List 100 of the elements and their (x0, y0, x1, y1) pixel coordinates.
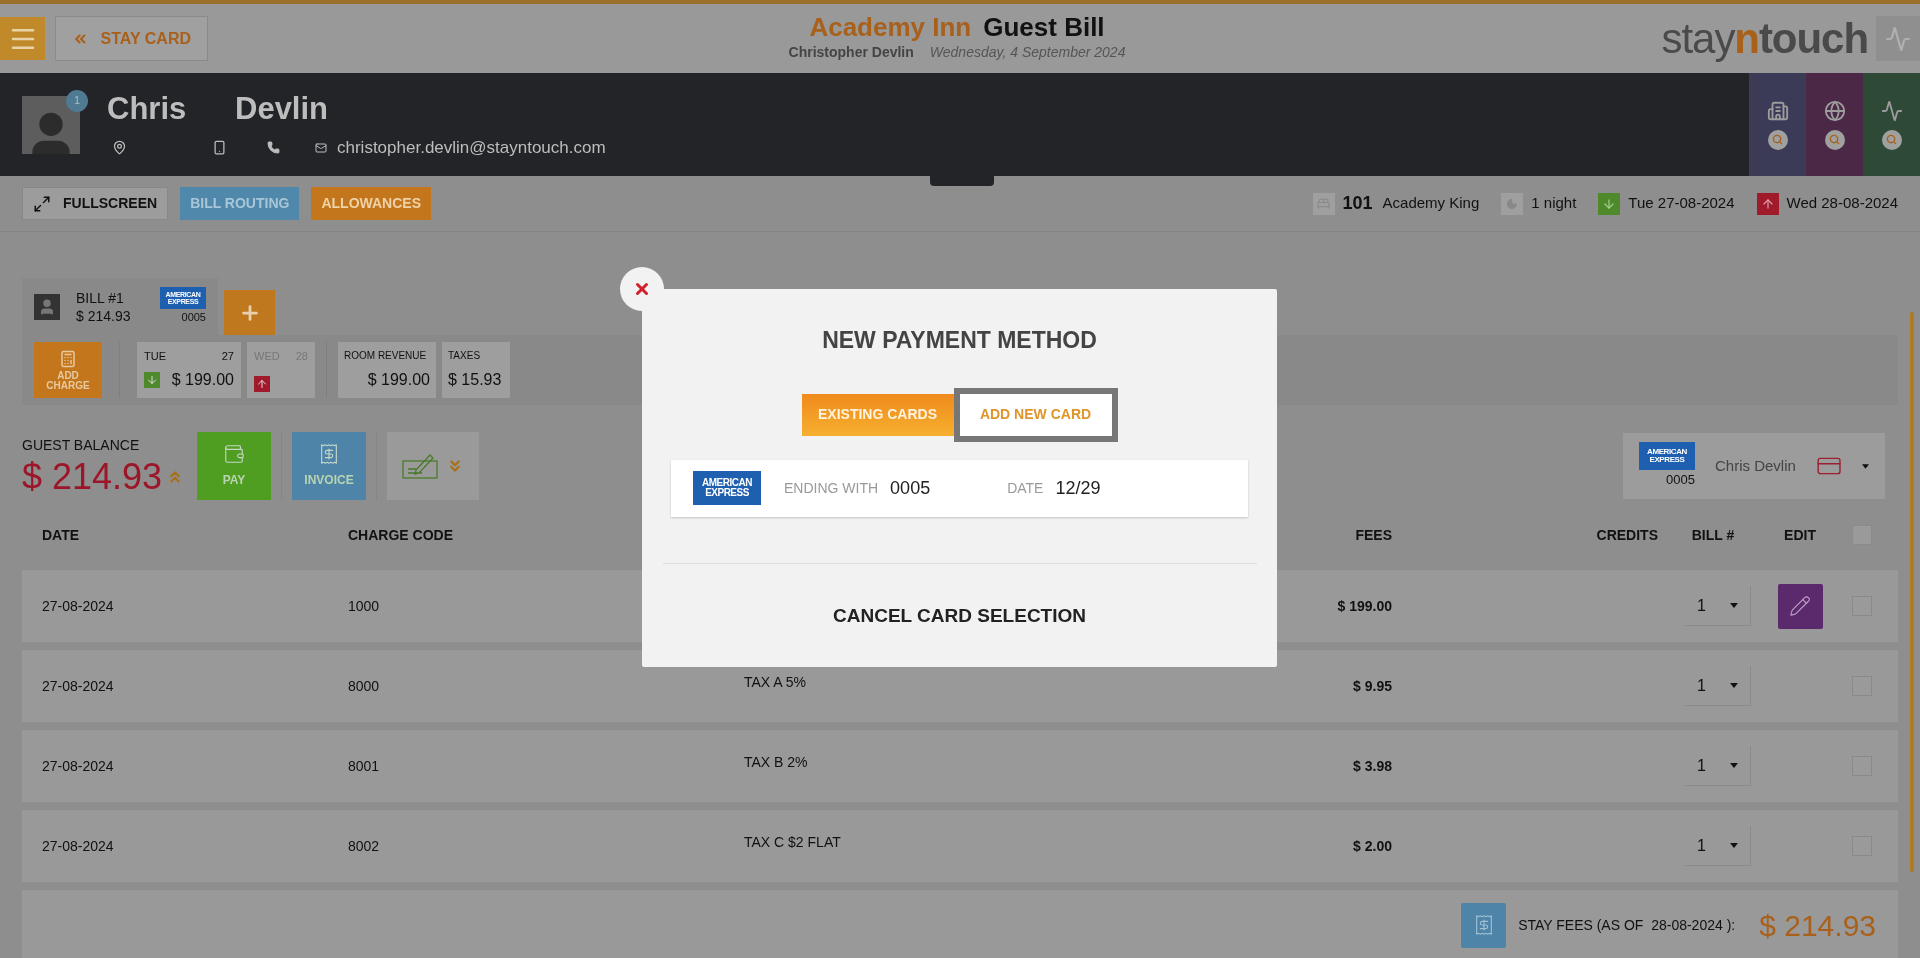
balance-amount: $ 214.93 (22, 455, 163, 498)
room-type: Academy King (1382, 193, 1480, 214)
last-name: Devlin (235, 89, 329, 128)
receipt-icon (1461, 902, 1507, 948)
nights: 1 night (1531, 193, 1577, 214)
balance-label: GUEST BALANCE (22, 435, 141, 455)
cheque-icon (402, 453, 438, 479)
description-cell-text: TAX B 2% (744, 753, 809, 772)
add-bill-button[interactable] (224, 290, 275, 335)
day-amount: $ 199.00 (171, 370, 234, 390)
caret-icon (1862, 463, 1869, 469)
card-number: 0005 (1666, 471, 1695, 490)
current-date: Wednesday, 4 September 2024 (929, 43, 1126, 62)
charge-code-cell-text: 8001 (348, 756, 381, 776)
guest-email: christopher.devlin@stayntouch.com (337, 136, 606, 159)
caret-icon (1730, 603, 1738, 608)
amex-card-logo: AMERICAN EXPRESS (693, 471, 761, 505)
search-icon (1767, 129, 1788, 150)
guest-info-tab[interactable] (1863, 73, 1920, 176)
notification-badge: 1 (66, 89, 88, 112)
cancel-card-selection-button[interactable]: CANCEL CARD SELECTION (833, 601, 1086, 630)
cardholder-name: Chris Devlin (1715, 455, 1796, 476)
column-header: FEES (1354, 525, 1392, 545)
location-pin-icon (112, 140, 127, 155)
search-icon (1824, 129, 1845, 150)
column-header: BILL # (1690, 525, 1736, 545)
guest-name: Christopher Devlin (788, 43, 914, 62)
app-logo: stayntouch (1661, 17, 1868, 60)
activity-button[interactable] (1876, 16, 1920, 61)
mobile-phone-icon (212, 140, 227, 155)
fees-cell-text: $ 199.00 (1336, 596, 1392, 616)
date-label: DATE (1007, 478, 1044, 498)
edit-button[interactable] (1777, 583, 1823, 629)
close-icon (633, 280, 651, 298)
date-cell-text: 27-08-2024 (42, 596, 115, 616)
bill-select[interactable]: 1 (1685, 586, 1751, 626)
caret-icon (1730, 683, 1738, 688)
charge-code-cell-text: 1000 (348, 596, 381, 616)
building-icon (1766, 99, 1789, 122)
fees-cell-text: $ 2.00 (1352, 836, 1392, 856)
fees-cell-text: $ 9.95 (1352, 676, 1392, 696)
description-cell-text: TAX C $2 FLAT (744, 833, 842, 852)
pulse-icon (1885, 25, 1911, 52)
phone-icon (267, 141, 280, 154)
card-ending: 0005 (890, 476, 931, 500)
drawer-handle[interactable] (930, 176, 994, 186)
charge-code-cell-text: 8002 (348, 836, 381, 856)
fullscreen-button[interactable]: FULLSCREEN (22, 187, 169, 220)
bill-number: BILL #1 (76, 288, 125, 307)
description-cell-text: TAX A 5% (744, 673, 807, 692)
calculator-icon (59, 349, 77, 368)
stay-fees-amount: $ 214.93 (1759, 907, 1876, 944)
card-row[interactable]: AMERICAN EXPRESS ENDING WITH 0005 DATE 12/29 (671, 459, 1248, 517)
globe-icon (1823, 99, 1846, 122)
hotel-name: Academy Inn (809, 12, 972, 42)
day-card[interactable]: TUE 27 $ 199.00 (137, 342, 241, 398)
guest-info-tab[interactable] (1749, 73, 1806, 176)
bill-select[interactable]: 1 (1685, 746, 1751, 786)
pencil-icon (1789, 595, 1811, 617)
bill-select[interactable]: 1 (1685, 826, 1751, 866)
guest-photo-icon (34, 293, 60, 320)
ending-label: ENDING WITH (784, 478, 879, 498)
stay-fees-label: STAY FEES (AS OF 28-08-2024 ): (1518, 915, 1736, 935)
bed-icon (1312, 192, 1335, 215)
date-cell-text: 27-08-2024 (42, 756, 115, 776)
room-number: 101 (1342, 192, 1373, 215)
bill-select[interactable]: 1 (1685, 666, 1751, 706)
column-header: EDIT (1783, 525, 1817, 545)
total-amount: $ 199.00 (367, 370, 430, 390)
arrival-date: Tue 27-08-2024 (1628, 193, 1735, 214)
search-icon (1881, 129, 1902, 150)
expand-icon (33, 194, 51, 213)
email-icon (315, 141, 327, 154)
guest-info-tab[interactable] (1806, 73, 1863, 176)
column-header: CHARGE CODE (348, 525, 454, 545)
page-title: Guest Bill (983, 12, 1105, 42)
fees-cell-text: $ 3.98 (1352, 756, 1392, 776)
day-name: TUE (144, 349, 166, 364)
expiry-date: 12/29 (1055, 476, 1101, 500)
date-cell-text: 27-08-2024 (42, 676, 115, 696)
column-header: DATE (42, 525, 81, 545)
amex-card-logo: AMERICAN EXPRESS (1639, 442, 1695, 471)
bill-amount: $ 214.93 (76, 306, 131, 325)
wallet-icon (223, 443, 245, 465)
total-amount: $ 15.93 (448, 370, 503, 390)
payment-card-selector[interactable]: AMERICAN EXPRESS 0005 Chris Devlin (1623, 433, 1885, 499)
date-cell-text: 27-08-2024 (42, 836, 115, 856)
cheque-button[interactable] (387, 432, 479, 500)
charge-code-cell-text: 8000 (348, 676, 381, 696)
first-name: Chris (107, 89, 188, 128)
caret-icon (1730, 843, 1738, 848)
total-label: TAXES (448, 349, 481, 363)
card-number: 0005 (181, 310, 206, 326)
column-header: CREDITS (1595, 525, 1658, 545)
menu-button[interactable] (0, 17, 45, 60)
total-label: ROOM REVENUE (344, 349, 427, 363)
departure-date: Wed 28-08-2024 (1786, 193, 1898, 214)
modal-title: NEW PAYMENT METHOD (822, 326, 1097, 355)
day-date: 27 (221, 349, 234, 364)
caret-icon (1730, 763, 1738, 768)
